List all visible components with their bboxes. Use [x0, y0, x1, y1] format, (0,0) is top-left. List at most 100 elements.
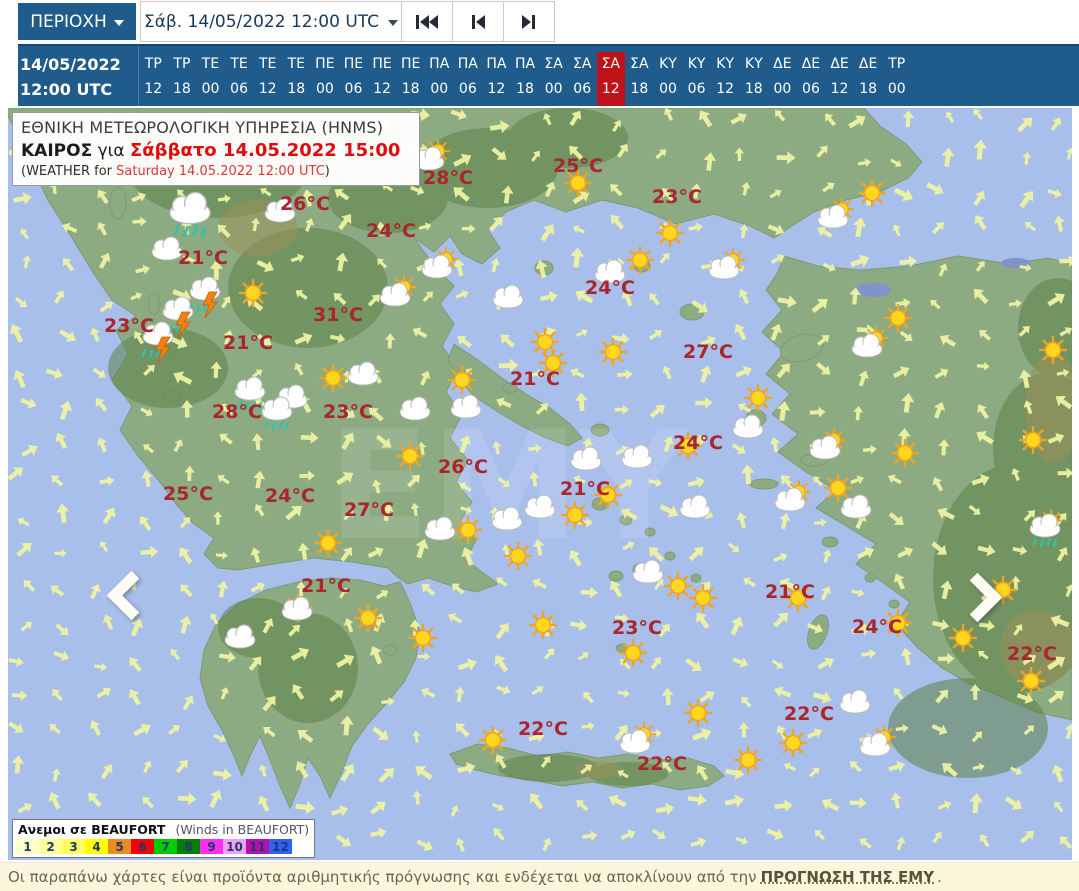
timeline-col-ΤΡ-18[interactable]: ΤΡ 18: [168, 52, 197, 106]
chevron-down-icon: [113, 19, 124, 26]
timeline-col-ΠΑ-00[interactable]: ΠΑ 00: [425, 52, 454, 106]
timeline-hour: 18: [172, 81, 191, 97]
sun-icon: [1037, 334, 1069, 366]
timeline-col-ΠΑ-12[interactable]: ΠΑ 12: [482, 52, 511, 106]
timeline-hour: 12: [716, 81, 735, 97]
map-previous-arrow[interactable]: [106, 570, 157, 621]
timeline-hour: 00: [315, 81, 334, 97]
timeline-col-ΠΑ-06[interactable]: ΠΑ 06: [454, 52, 483, 106]
timeline-col-ΚΥ-18[interactable]: ΚΥ 18: [739, 52, 768, 106]
timeline-col-ΤΕ-18[interactable]: ΤΕ 18: [282, 52, 311, 106]
timeline-day: ΠΕ: [372, 56, 392, 72]
sun-icon: [732, 744, 764, 776]
timeline-col-ΠΕ-00[interactable]: ΠΕ 00: [311, 52, 340, 106]
timeline-hour: 18: [401, 81, 420, 97]
timeline-col-ΔΕ-12[interactable]: ΔΕ 12: [825, 52, 854, 106]
current-datetime-label: 14/05/2022 12:00 UTC: [18, 46, 139, 106]
timeline-col-ΠΕ-12[interactable]: ΠΕ 12: [368, 52, 397, 106]
timeline-hour: 00: [887, 81, 906, 97]
datetime-dropdown-button[interactable]: Σάβ. 14/05/2022 12:00 UTC: [140, 1, 402, 42]
sun-icon: [1017, 424, 1049, 456]
timeline-col-ΤΕ-00[interactable]: ΤΕ 00: [196, 52, 225, 106]
beaufort-legend-title: Ανεμοι σε BEAUFORT (Winds in BEAUFORT): [18, 822, 310, 837]
timeline-col-ΣΑ-12[interactable]: ΣΑ 12: [596, 52, 626, 106]
timeline-day: ΤΕ: [287, 56, 305, 72]
timeline-day: ΠΕ: [315, 56, 335, 72]
beaufort-legend: Ανεμοι σε BEAUFORT (Winds in BEAUFORT) 12…: [12, 819, 316, 858]
temperature-label: 25°C: [163, 483, 213, 505]
timeline-col-ΤΡ-00[interactable]: ΤΡ 00: [882, 52, 911, 106]
timeline-col-ΤΕ-06[interactable]: ΤΕ 06: [225, 52, 254, 106]
timeline-day: ΤΡ: [888, 56, 906, 72]
sun-icon: [682, 697, 714, 729]
map-next-arrow[interactable]: [952, 572, 1003, 623]
beaufort-cell-9: 9: [200, 839, 223, 854]
timeline-hour: 18: [859, 81, 878, 97]
temperature-label: 24°C: [585, 277, 635, 299]
temperature-label: 28°C: [423, 167, 473, 189]
first-timestep-button[interactable]: [402, 1, 453, 42]
timeline-col-ΔΕ-18[interactable]: ΔΕ 18: [854, 52, 883, 106]
sun-icon: [654, 217, 686, 249]
step-back-icon: [472, 14, 485, 29]
timeline-hour: 00: [201, 81, 220, 97]
sun-icon: [777, 727, 809, 759]
timeline-col-ΠΕ-06[interactable]: ΠΕ 06: [339, 52, 368, 106]
beaufort-cell-7: 7: [154, 839, 177, 854]
timeline-day: ΤΡ: [173, 56, 191, 72]
forecast-datetime-local: ΚΑΙΡΟΣ για Σάββατο 14.05.2022 15:00: [21, 140, 401, 161]
region-dropdown-label: ΠΕΡΙΟΧΗ: [30, 11, 107, 32]
sun-icon: [394, 440, 426, 472]
timeline-hour: 00: [659, 81, 677, 97]
forecast-info-box: ΕΘΝΙΚΗ ΜΕΤΕΩΡΟΛΟΓΙΚΗ ΥΠΗΡΕΣΙΑ (HNMS) ΚΑΙ…: [12, 112, 420, 186]
timeline-day: ΤΕ: [201, 56, 220, 72]
timeline-hour: 18: [287, 81, 306, 97]
timeline-col-ΣΑ-18[interactable]: ΣΑ 18: [625, 52, 654, 106]
timeline-hour: 00: [430, 81, 449, 97]
beaufort-cell-1: 1: [16, 839, 39, 854]
timeline-col-ΣΑ-00[interactable]: ΣΑ 00: [539, 52, 568, 106]
emy-forecast-link[interactable]: ΠΡΟΓΝΩΣΗ ΤΗΣ ΕΜΥ: [761, 868, 934, 886]
timeline-hour: 12: [144, 81, 163, 97]
timeline-col-ΚΥ-12[interactable]: ΚΥ 12: [711, 52, 740, 106]
timeline-hour: 06: [230, 81, 248, 97]
timeline-day: ΣΑ: [544, 56, 563, 72]
timeline-col-ΤΡ-12[interactable]: ΤΡ 12: [139, 52, 168, 106]
timeline-hour: 12: [487, 81, 506, 97]
temperature-label: 25°C: [553, 155, 603, 177]
skip-to-first-icon: [416, 14, 438, 29]
sun-icon: [407, 622, 439, 654]
previous-timestep-button[interactable]: [453, 1, 504, 42]
next-timestep-button[interactable]: [504, 1, 555, 42]
timeline-day: ΠΑ: [457, 56, 478, 72]
timeline-band: 14/05/2022 12:00 UTC ΤΡ 12 ΤΡ 18 ΤΕ 00 ΤΕ 06 ΤΕ 1…: [18, 44, 1079, 106]
temperature-label: 24°C: [366, 220, 416, 242]
timeline-col-ΣΑ-06[interactable]: ΣΑ 06: [568, 52, 597, 106]
timeline-col-ΔΕ-06[interactable]: ΔΕ 06: [797, 52, 826, 106]
forecast-datetime-utc: (WEATHER for Saturday 14.05.2022 12:00 U…: [21, 164, 330, 179]
sun-icon: [502, 540, 534, 572]
timeline-day: ΚΥ: [744, 56, 763, 72]
weather-map: ΕΜΥ 26°C 28°C 25°C 23°C 24°C 21°C 24°C 31°C 23°C 2…: [8, 108, 1072, 860]
sun-icon: [597, 336, 629, 368]
timeline-day: ΠΑ: [486, 56, 507, 72]
sun-icon: [559, 499, 591, 531]
timeline-col-ΤΕ-12[interactable]: ΤΕ 12: [253, 52, 282, 106]
timeline-col-ΚΥ-00[interactable]: ΚΥ 00: [654, 52, 683, 106]
timeline-col-ΠΑ-18[interactable]: ΠΑ 18: [511, 52, 540, 106]
timeline-col-ΔΕ-00[interactable]: ΔΕ 00: [768, 52, 797, 106]
sun-icon: [527, 609, 559, 641]
time-nav-group: [402, 1, 555, 42]
timeline-day: ΚΥ: [716, 56, 735, 72]
sun-icon: [856, 177, 888, 209]
timeline-hour: 06: [458, 81, 477, 97]
sun-icon: [687, 582, 719, 614]
timeline-col-ΠΕ-18[interactable]: ΠΕ 18: [396, 52, 425, 106]
timeline-day: ΔΕ: [773, 56, 792, 72]
timeline-col-ΚΥ-06[interactable]: ΚΥ 06: [682, 52, 711, 106]
timeline-hour: 18: [630, 81, 649, 97]
region-dropdown-button[interactable]: ΠΕΡΙΟΧΗ: [18, 3, 136, 40]
timeline-day: ΤΡ: [144, 56, 162, 72]
timeline-hour: 12: [373, 81, 391, 97]
sun-icon: [352, 602, 384, 634]
